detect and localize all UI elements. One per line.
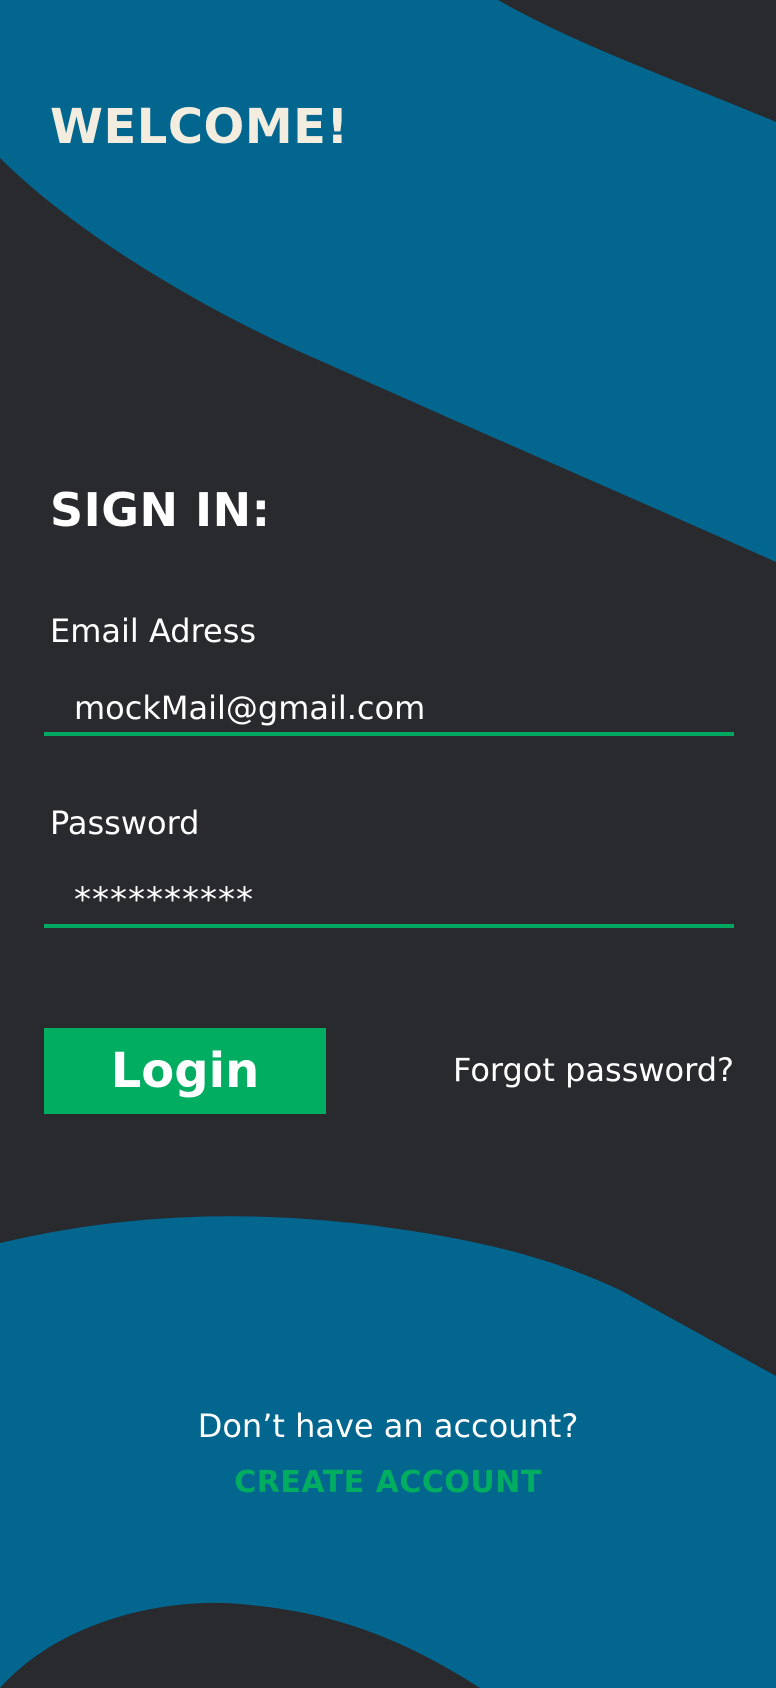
no-account-text: Don’t have an account? — [197, 1407, 579, 1445]
sign-in-title: SIGN IN: — [50, 483, 271, 537]
password-label: Password — [50, 804, 200, 842]
bottom-blue-wave — [0, 1216, 776, 1688]
create-account-link[interactable]: CREATE ACCOUNT — [0, 1463, 776, 1503]
email-label: Email Adress — [50, 612, 257, 650]
login-screen: WELCOME! SIGN IN: Email Adress Password … — [0, 0, 776, 1688]
top-blue-wave — [0, 0, 776, 562]
login-button[interactable]: Login — [44, 1028, 326, 1114]
welcome-heading: WELCOME! — [50, 99, 349, 155]
forgot-password-link[interactable]: Forgot password? — [453, 1050, 734, 1090]
email-input[interactable] — [44, 684, 734, 736]
password-input[interactable] — [44, 876, 734, 928]
